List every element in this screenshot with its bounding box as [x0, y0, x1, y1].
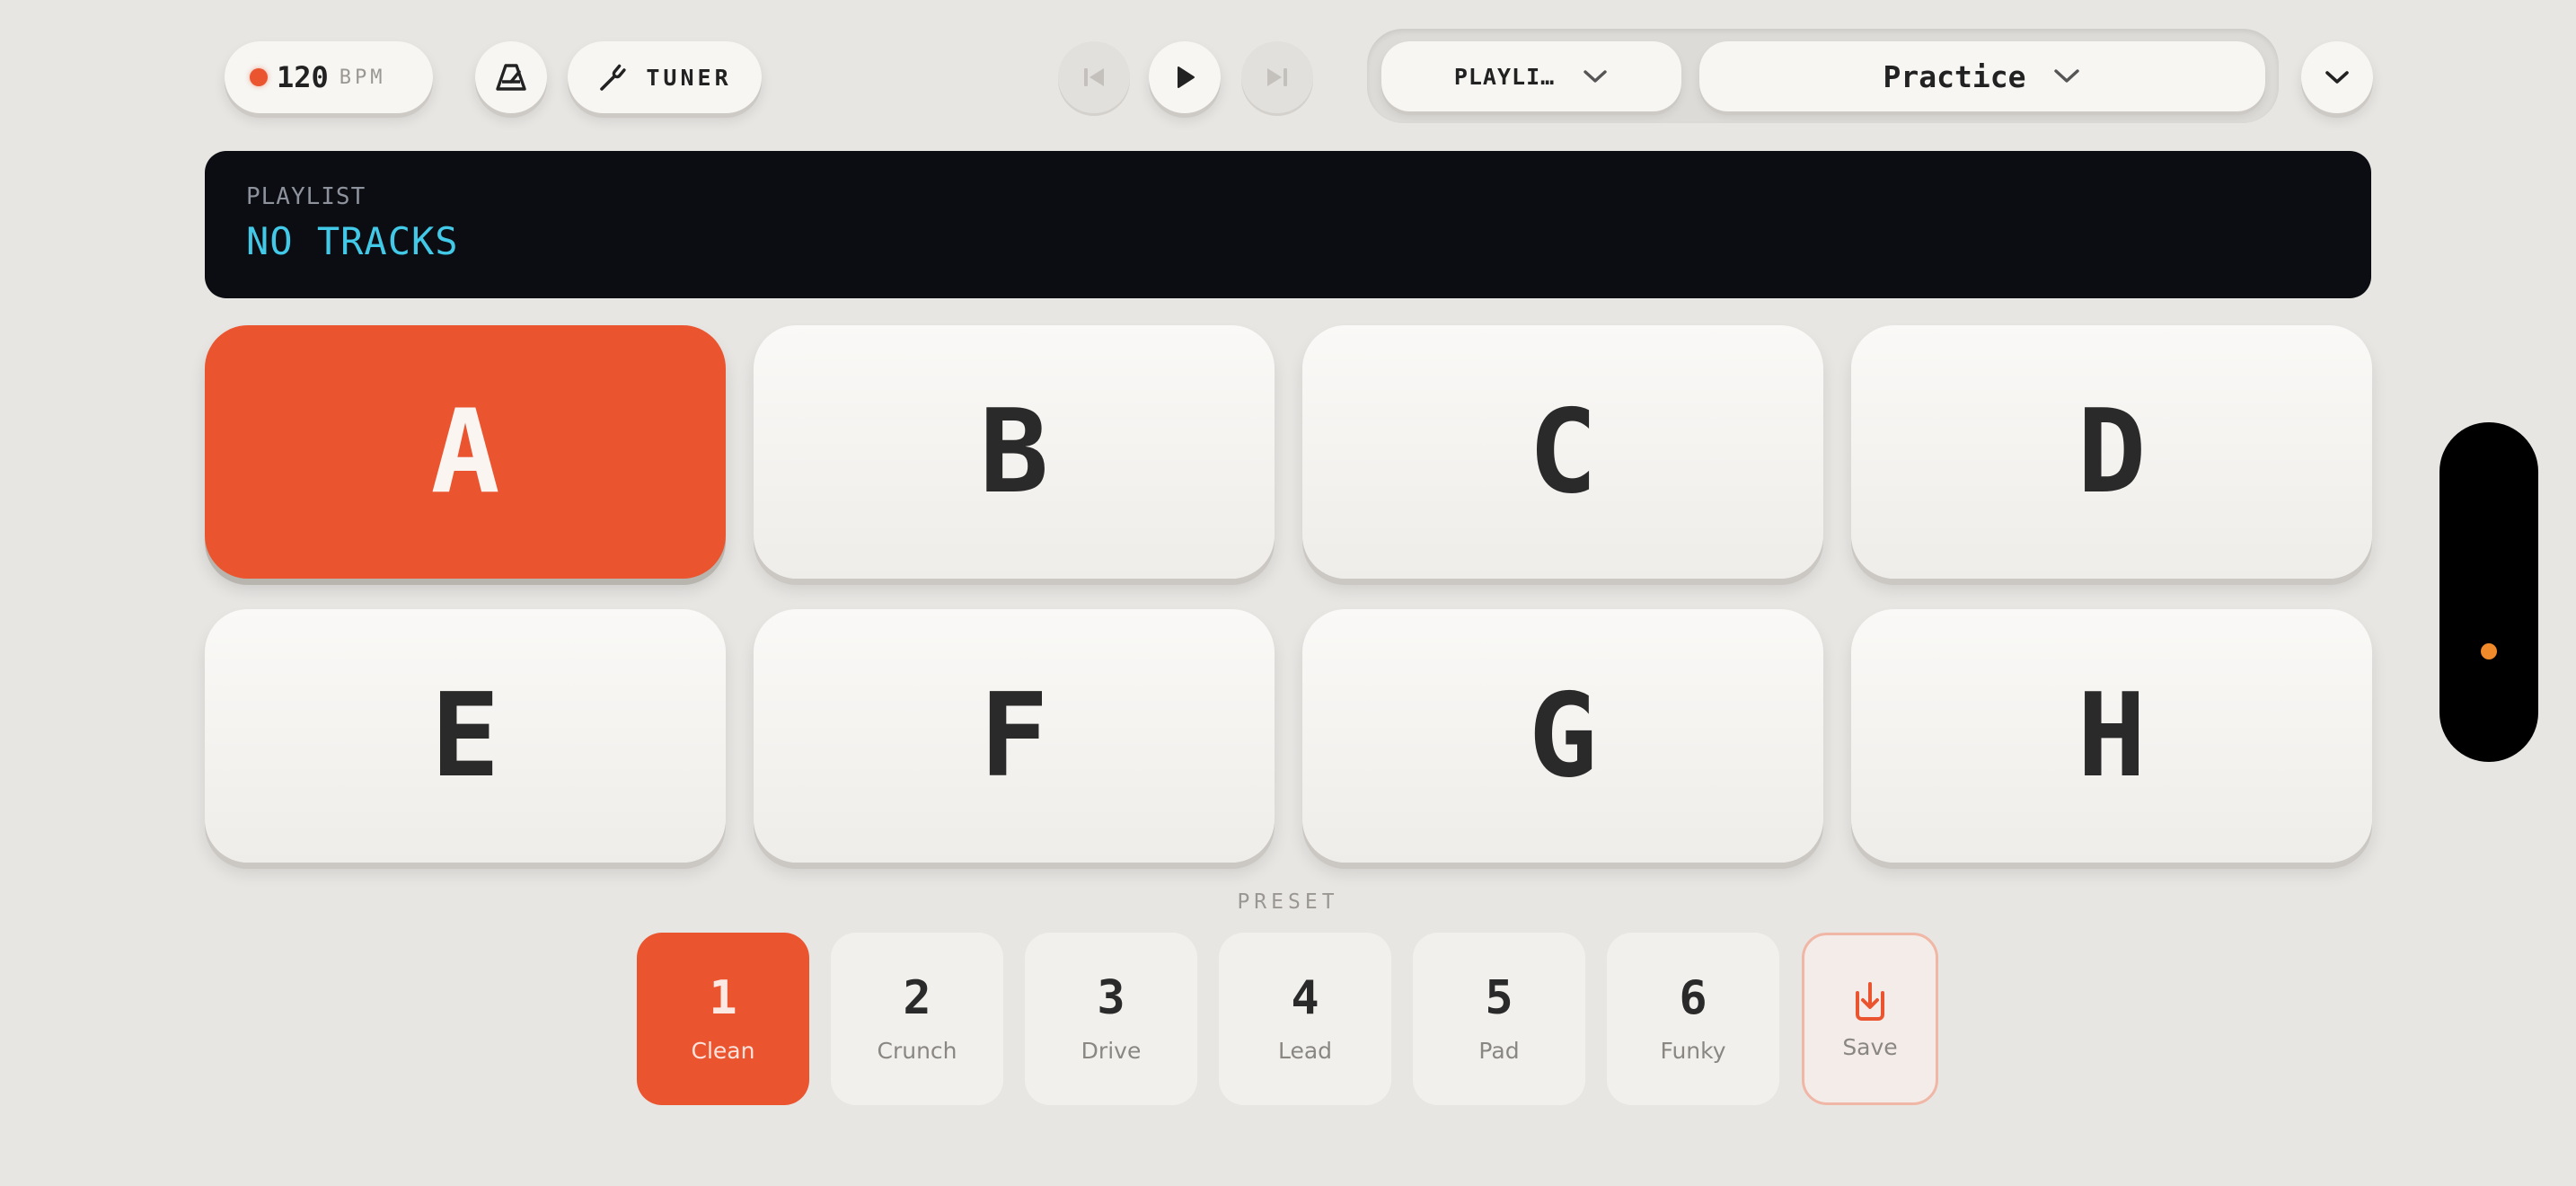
preset-name: Funky	[1660, 1037, 1726, 1064]
preset-button-2[interactable]: 2 Crunch	[831, 933, 1003, 1105]
preset-button-1[interactable]: 1 Clean	[637, 933, 809, 1105]
bpm-value: 120	[277, 60, 329, 94]
display-value: NO TRACKS	[246, 219, 459, 263]
preset-button-5[interactable]: 5 Pad	[1413, 933, 1585, 1105]
preset-section-label: PRESET	[1237, 890, 1339, 914]
preset-name: Pad	[1478, 1037, 1520, 1064]
bpm-display[interactable]: 120 BPM	[225, 41, 433, 113]
playlist-selector-label: PLAYLI…	[1453, 63, 1556, 90]
side-drawer-handle[interactable]	[2439, 422, 2538, 762]
chevron-down-icon	[2054, 69, 2080, 83]
tuning-fork-icon	[600, 64, 626, 91]
mode-selector[interactable]: Practice	[1699, 41, 2265, 111]
pad-h[interactable]: H	[1851, 609, 2372, 863]
expand-menu-button[interactable]	[2301, 41, 2373, 113]
chevron-down-icon	[1584, 70, 1607, 83]
preset-name: Clean	[691, 1037, 755, 1064]
next-track-button[interactable]	[1241, 41, 1313, 113]
display-label: PLAYLIST	[246, 183, 366, 210]
preset-name: Drive	[1081, 1037, 1142, 1064]
play-icon	[1178, 66, 1195, 88]
tuner-label: TUNER	[646, 64, 732, 91]
preset-number: 4	[1291, 970, 1319, 1025]
save-preset-button[interactable]: Save	[1802, 933, 1938, 1105]
pad-g[interactable]: G	[1302, 609, 1823, 863]
skip-next-icon	[1267, 68, 1287, 86]
skip-previous-icon	[1084, 68, 1104, 86]
preset-number: 1	[709, 970, 737, 1025]
pad-b[interactable]: B	[754, 325, 1275, 579]
preset-button-4[interactable]: 4 Lead	[1219, 933, 1391, 1105]
preset-button-3[interactable]: 3 Drive	[1025, 933, 1197, 1105]
save-label: Save	[1842, 1033, 1898, 1060]
tuner-button[interactable]: TUNER	[568, 41, 762, 113]
chevron-down-icon	[2325, 71, 2349, 84]
preset-number: 6	[1679, 970, 1707, 1025]
preset-number: 2	[903, 970, 931, 1025]
save-icon	[1856, 981, 1884, 1021]
previous-track-button[interactable]	[1058, 41, 1130, 113]
playlist-display: PLAYLIST NO TRACKS	[205, 151, 2371, 298]
mode-selector-label: Practice	[1883, 58, 2026, 94]
preset-button-6[interactable]: 6 Funky	[1607, 933, 1779, 1105]
pad-f[interactable]: F	[754, 609, 1275, 863]
pad-c[interactable]: C	[1302, 325, 1823, 579]
pad-a[interactable]: A	[205, 325, 726, 579]
preset-number: 5	[1485, 970, 1513, 1025]
play-button[interactable]	[1149, 41, 1221, 113]
preset-name: Crunch	[877, 1037, 957, 1064]
preset-name: Lead	[1277, 1037, 1333, 1064]
record-indicator	[250, 68, 268, 86]
playlist-selector[interactable]: PLAYLI…	[1381, 41, 1681, 111]
pad-d[interactable]: D	[1851, 325, 2372, 579]
selector-group: PLAYLI… Practice	[1367, 29, 2279, 123]
status-indicator	[2481, 643, 2497, 659]
bpm-unit: BPM	[339, 66, 386, 89]
metronome-icon	[496, 64, 526, 91]
preset-number: 3	[1097, 970, 1125, 1025]
metronome-button[interactable]	[475, 41, 547, 113]
pad-e[interactable]: E	[205, 609, 726, 863]
